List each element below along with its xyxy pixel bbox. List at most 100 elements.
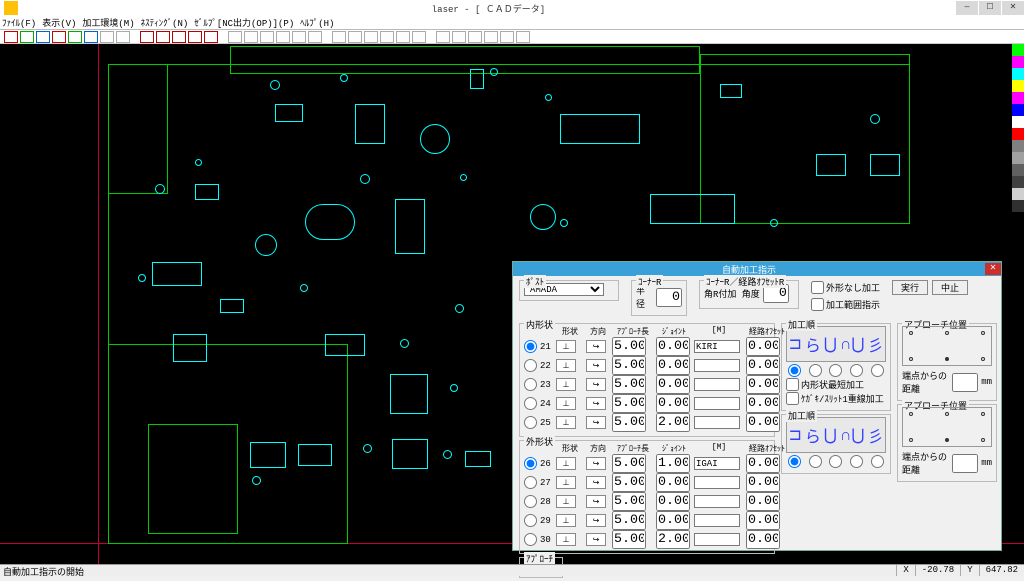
m-input[interactable] (694, 476, 740, 489)
palette-color[interactable] (1012, 140, 1024, 152)
tool-zoom2[interactable] (452, 31, 466, 43)
tool-2[interactable] (20, 31, 34, 43)
tool-a6[interactable] (308, 31, 322, 43)
dir-button[interactable]: ↪ (586, 359, 606, 372)
pattern-radio[interactable] (829, 455, 842, 468)
m-input[interactable] (694, 378, 740, 391)
shape-button[interactable]: ⊥ (556, 514, 576, 527)
approach-input[interactable] (612, 454, 646, 473)
approach-input[interactable] (612, 511, 646, 530)
tool-6[interactable] (84, 31, 98, 43)
joint-input[interactable] (656, 454, 690, 473)
offset-input[interactable] (746, 492, 780, 511)
m-input[interactable] (694, 359, 740, 372)
dir-button[interactable]: ↪ (586, 514, 606, 527)
row-radio[interactable] (524, 359, 537, 372)
menu-view[interactable]: 表示(V) (42, 16, 76, 29)
chk-kegaki[interactable] (786, 392, 799, 405)
chk-no-outer[interactable] (811, 281, 824, 294)
tool-a5[interactable] (292, 31, 306, 43)
offset-input[interactable] (746, 375, 780, 394)
palette-color[interactable] (1012, 56, 1024, 68)
palette-color[interactable] (1012, 176, 1024, 188)
dir-button[interactable]: ↪ (586, 533, 606, 546)
tool-a3[interactable] (260, 31, 274, 43)
joint-input[interactable] (656, 413, 690, 432)
offset-input[interactable] (746, 356, 780, 375)
tool-b2[interactable] (348, 31, 362, 43)
joint-input[interactable] (656, 375, 690, 394)
palette-color[interactable] (1012, 116, 1024, 128)
approach-input[interactable] (612, 473, 646, 492)
tool-4[interactable] (52, 31, 66, 43)
row-radio[interactable] (524, 533, 537, 546)
palette-color[interactable] (1012, 152, 1024, 164)
offset-input[interactable] (746, 394, 780, 413)
pattern-radio[interactable] (829, 364, 842, 377)
m-input[interactable] (694, 533, 740, 546)
pattern-radio[interactable] (871, 455, 884, 468)
tool-5[interactable] (68, 31, 82, 43)
shape-button[interactable]: ⊥ (556, 359, 576, 372)
dialog-close-button[interactable]: ✕ (985, 263, 1001, 275)
dir-button[interactable]: ↪ (586, 416, 606, 429)
shape-button[interactable]: ⊥ (556, 476, 576, 489)
minimize-button[interactable]: — (956, 1, 978, 15)
shape-button[interactable]: ⊥ (556, 495, 576, 508)
tool-v5[interactable] (204, 31, 218, 43)
tool-b6[interactable] (412, 31, 426, 43)
dialog-titlebar[interactable]: 自動加工指示 ✕ (513, 262, 1001, 276)
tool-7[interactable] (100, 31, 114, 43)
offset-input[interactable] (746, 473, 780, 492)
offset-input[interactable] (746, 337, 780, 356)
m-input[interactable] (694, 514, 740, 527)
palette-color[interactable] (1012, 200, 1024, 212)
joint-input[interactable] (656, 530, 690, 549)
tool-a1[interactable] (228, 31, 242, 43)
m-input[interactable] (694, 416, 740, 429)
tool-a4[interactable] (276, 31, 290, 43)
joint-input[interactable] (656, 394, 690, 413)
offset-input[interactable] (746, 413, 780, 432)
offset-input[interactable] (746, 530, 780, 549)
row-radio[interactable] (524, 514, 537, 527)
tool-v3[interactable] (172, 31, 186, 43)
menu-nc-output[interactable]: ｾﾞﾙﾌﾟ[NC出力(OP)](P) (194, 16, 294, 29)
row-radio[interactable] (524, 476, 537, 489)
approach-position-outer[interactable] (902, 407, 992, 447)
dir-button[interactable]: ↪ (586, 340, 606, 353)
chk-range[interactable] (811, 298, 824, 311)
shape-button[interactable]: ⊥ (556, 457, 576, 470)
m-input[interactable] (694, 495, 740, 508)
tool-a2[interactable] (244, 31, 258, 43)
m-input[interactable] (694, 340, 740, 353)
palette-color[interactable] (1012, 68, 1024, 80)
m-input[interactable] (694, 457, 740, 470)
tool-b5[interactable] (396, 31, 410, 43)
cancel-button[interactable]: 中止 (932, 280, 968, 295)
joint-input[interactable] (656, 337, 690, 356)
offset-input[interactable] (746, 511, 780, 530)
tool-3[interactable] (36, 31, 50, 43)
shape-button[interactable]: ⊥ (556, 397, 576, 410)
dir-button[interactable]: ↪ (586, 378, 606, 391)
palette-color[interactable] (1012, 80, 1024, 92)
tool-v1[interactable] (140, 31, 154, 43)
tool-zoom3[interactable] (468, 31, 482, 43)
shape-button[interactable]: ⊥ (556, 416, 576, 429)
maximize-button[interactable]: ☐ (979, 1, 1001, 15)
row-radio[interactable] (524, 416, 537, 429)
tool-v2[interactable] (156, 31, 170, 43)
dist-input-outer[interactable] (952, 454, 978, 473)
approach-input[interactable] (612, 337, 646, 356)
menu-file[interactable]: ﾌｧｲﾙ(F) (2, 16, 36, 29)
tool-b4[interactable] (380, 31, 394, 43)
approach-position-inner[interactable] (902, 326, 992, 366)
shape-button[interactable]: ⊥ (556, 378, 576, 391)
close-button[interactable]: ✕ (1002, 1, 1024, 15)
approach-input[interactable] (612, 356, 646, 375)
row-radio[interactable] (524, 495, 537, 508)
tool-b3[interactable] (364, 31, 378, 43)
menu-machining[interactable]: 加工環境(M) (82, 16, 134, 29)
approach-input[interactable] (612, 375, 646, 394)
